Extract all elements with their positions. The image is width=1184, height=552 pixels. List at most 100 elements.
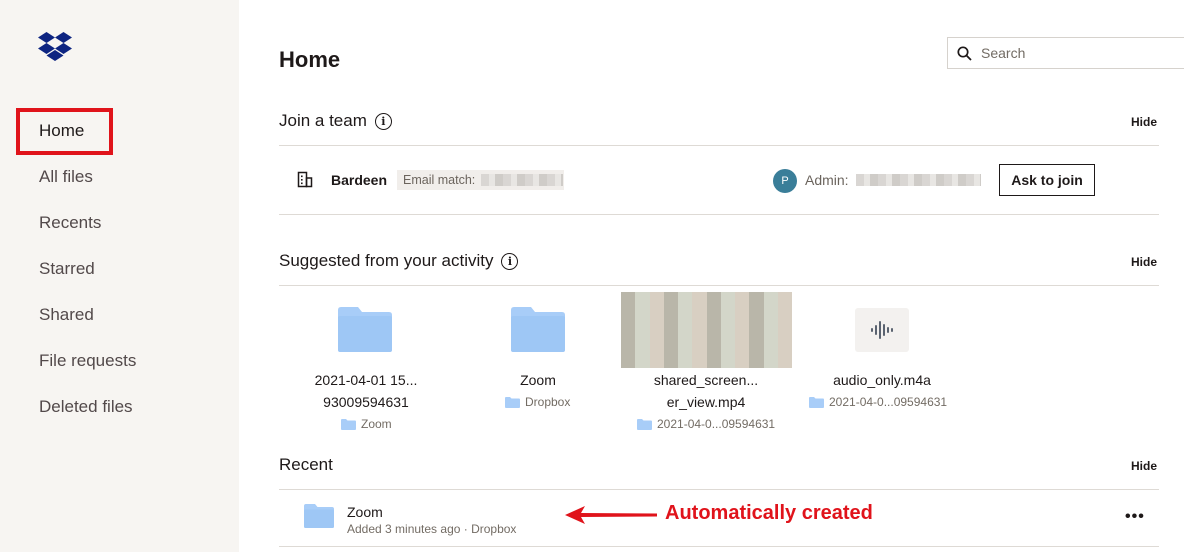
suggested-item-location-text: 2021-04-0...09594631 <box>829 395 948 409</box>
suggested-item-name[interactable]: 93009594631 <box>311 394 421 410</box>
thumbnail-pixel <box>763 292 778 308</box>
thumbnail-pixel <box>720 337 735 353</box>
suggested-item-location: 2021-04-0...09594631 <box>809 395 947 409</box>
thumbnail-pixel <box>735 292 750 308</box>
folder-icon[interactable] <box>304 504 334 528</box>
suggested-item-location-text: 2021-04-0...09594631 <box>657 417 776 431</box>
thumbnail-pixel <box>777 307 792 323</box>
thumbnail-pixel <box>663 352 678 368</box>
folder-icon <box>505 396 520 408</box>
thumbnail-pixel <box>777 322 792 338</box>
recent-title-text: Recent <box>279 455 333 474</box>
sidebar-item-all-files[interactable]: All files <box>39 165 93 189</box>
join-team-title: Join a team i <box>279 111 392 131</box>
thumbnail-pixel <box>692 292 707 308</box>
divider <box>279 285 1159 286</box>
join-team-hide-button[interactable]: Hide <box>1131 115 1157 129</box>
divider <box>279 546 1159 547</box>
folder-icon <box>637 418 652 430</box>
thumbnail-pixel <box>663 322 678 338</box>
recent-item-meta: Added 3 minutes ago · Dropbox <box>347 522 517 536</box>
folder-icon[interactable] <box>511 307 565 352</box>
thumbnail-pixel <box>649 307 664 323</box>
thumbnail-pixel <box>649 352 664 368</box>
search-input[interactable]: Search <box>947 37 1184 69</box>
recent-hide-button[interactable]: Hide <box>1131 459 1157 473</box>
suggested-title-text: Suggested from your activity <box>279 251 494 270</box>
thumbnail-pixel <box>777 292 792 308</box>
thumbnail-pixel <box>720 322 735 338</box>
suggested-item-name[interactable]: er_view.mp4 <box>651 394 761 410</box>
suggested-item-name[interactable]: Zoom <box>483 372 593 388</box>
thumbnail-pixel <box>678 337 693 353</box>
recent-title: Recent <box>279 455 333 475</box>
suggested-item-location-text: Zoom <box>361 417 392 431</box>
sidebar: Home All files Recents Starred Shared Fi… <box>0 0 239 552</box>
video-thumbnail[interactable] <box>621 292 792 368</box>
thumbnail-pixel <box>706 337 721 353</box>
ask-to-join-button[interactable]: Ask to join <box>999 164 1095 196</box>
thumbnail-pixel <box>777 352 792 368</box>
thumbnail-pixel <box>692 307 707 323</box>
sidebar-item-home[interactable]: Home <box>39 119 84 143</box>
divider <box>279 214 1159 215</box>
sidebar-item-starred[interactable]: Starred <box>39 257 95 281</box>
thumbnail-pixel <box>749 322 764 338</box>
thumbnail-pixel <box>621 322 636 338</box>
thumbnail-pixel <box>649 322 664 338</box>
thumbnail-pixel <box>663 307 678 323</box>
redacted-email <box>481 174 563 186</box>
arrow-annotation-icon <box>565 506 657 524</box>
thumbnail-pixel <box>692 322 707 338</box>
avatar: P <box>773 169 797 193</box>
thumbnail-pixel <box>649 292 664 308</box>
suggested-title: Suggested from your activity i <box>279 251 519 271</box>
thumbnail-pixel <box>706 292 721 308</box>
recent-item-name[interactable]: Zoom <box>347 504 383 520</box>
sidebar-item-deleted-files[interactable]: Deleted files <box>39 395 133 419</box>
thumbnail-pixel <box>621 307 636 323</box>
admin-label: Admin: <box>805 172 849 188</box>
thumbnail-pixel <box>749 337 764 353</box>
search-icon <box>957 45 972 61</box>
suggested-item-location: Dropbox <box>505 395 570 409</box>
suggested-hide-button[interactable]: Hide <box>1131 255 1157 269</box>
audio-file-tile[interactable] <box>855 308 909 352</box>
suggested-item-name[interactable]: shared_screen... <box>651 372 761 388</box>
thumbnail-pixel <box>720 292 735 308</box>
thumbnail-pixel <box>621 352 636 368</box>
thumbnail-pixel <box>649 337 664 353</box>
thumbnail-pixel <box>621 292 636 308</box>
more-options-icon[interactable]: ••• <box>1125 508 1145 526</box>
folder-icon <box>341 418 356 430</box>
sidebar-item-file-requests[interactable]: File requests <box>39 349 136 373</box>
thumbnail-pixel <box>763 337 778 353</box>
thumbnail-pixel <box>621 337 636 353</box>
suggested-item-location: 2021-04-0...09594631 <box>637 417 775 431</box>
sidebar-item-shared[interactable]: Shared <box>39 303 94 327</box>
thumbnail-pixel <box>749 307 764 323</box>
suggested-item-location-text: Dropbox <box>525 395 571 409</box>
thumbnail-pixel <box>635 307 650 323</box>
annotation-text: Automatically created <box>665 502 873 524</box>
thumbnail-pixel <box>706 307 721 323</box>
thumbnail-pixel <box>763 307 778 323</box>
thumbnail-pixel <box>635 322 650 338</box>
thumbnail-pixel <box>735 307 750 323</box>
dropbox-logo-icon[interactable] <box>38 32 72 62</box>
sidebar-item-recents[interactable]: Recents <box>39 211 101 235</box>
info-icon[interactable]: i <box>374 112 392 130</box>
thumbnail-pixel <box>678 352 693 368</box>
join-team-title-text: Join a team <box>279 111 367 130</box>
thumbnail-pixel <box>735 337 750 353</box>
info-icon[interactable]: i <box>501 252 519 270</box>
email-match-label: Email match: <box>403 173 476 187</box>
suggested-item-name[interactable]: audio_only.m4a <box>817 372 947 388</box>
folder-icon[interactable] <box>338 307 392 352</box>
thumbnail-pixel <box>735 352 750 368</box>
thumbnail-pixel <box>735 322 750 338</box>
thumbnail-pixel <box>749 352 764 368</box>
thumbnail-pixel <box>692 352 707 368</box>
suggested-item-name[interactable]: 2021-04-01 15... <box>311 372 421 388</box>
thumbnail-pixel <box>678 307 693 323</box>
